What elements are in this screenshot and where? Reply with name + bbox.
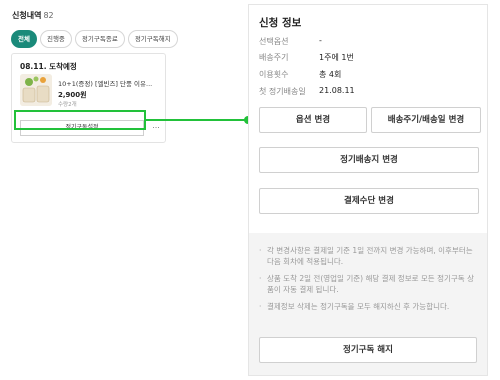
subscription-detail-panel: 신청 정보 선택옵션 - 배송주기 1주에 1번 이용횟수 총 4회 첫 정기배… <box>248 4 488 376</box>
callout-connector-line <box>146 119 248 121</box>
info-label-usage-count: 이용횟수 <box>259 70 289 79</box>
address-change-button[interactable]: 정기배송지 변경 <box>259 147 479 173</box>
arrival-status: 08.11. 도착예정 <box>20 62 77 71</box>
info-label-first-delivery: 첫 정기배송일 <box>259 87 306 96</box>
cycle-change-button[interactable]: 배송주기/배송일 변경 <box>371 107 481 133</box>
subscription-button-highlight <box>14 110 146 130</box>
order-list-title-text: 신청내역 <box>12 11 42 20</box>
tab-subscription-ended[interactable]: 정기구독종료 <box>74 30 125 48</box>
more-options-button[interactable]: ... <box>150 120 162 136</box>
notice-item: · 상품 도착 2일 전(영업일 기준) 해당 결제 정보로 모든 정기구독 상품… <box>259 273 481 295</box>
product-quantity: 수량2개 <box>58 102 77 108</box>
product-price: 2,900원 <box>58 91 87 99</box>
info-value-option: - <box>319 36 322 45</box>
payment-change-button[interactable]: 결제수단 변경 <box>259 188 479 214</box>
info-value-usage-count: 총 4회 <box>319 70 342 79</box>
notice-text: 결제정보 삭제는 정기구독을 모두 해지하신 후 가능합니다. <box>267 302 450 311</box>
product-name[interactable]: 10+1(증정) [엘빈즈] 단풍 이유... <box>58 78 162 88</box>
notice-bullet: · <box>259 246 262 255</box>
tab-all[interactable]: 전체 <box>11 30 37 48</box>
tab-subscription-cancelled[interactable]: 정기구독해지 <box>127 30 178 48</box>
cancel-subscription-button[interactable]: 정기구독 해지 <box>259 337 477 363</box>
option-change-button[interactable]: 옵션 변경 <box>259 107 367 133</box>
notice-item: · 결제정보 삭제는 정기구독을 모두 해지하신 후 가능합니다. <box>259 301 481 312</box>
notice-item: · 각 변경사항은 결제일 기준 1일 전까지 변경 가능하며, 이후부터는 다음… <box>259 245 481 267</box>
notice-text: 각 변경사항은 결제일 기준 1일 전까지 변경 가능하며, 이후부터는 다음 … <box>267 246 473 266</box>
notice-text: 상품 도착 2일 전(영업일 기준) 해당 결제 정보로 모든 정기구독 상품이… <box>267 274 474 294</box>
info-value-first-delivery: 21.08.11 <box>319 86 355 95</box>
tab-in-progress[interactable]: 진행중 <box>39 30 72 48</box>
product-thumbnail[interactable] <box>20 74 52 106</box>
info-label-option: 선택옵션 <box>259 37 289 46</box>
notice-bullet: · <box>259 302 262 311</box>
info-value-cycle: 1주에 1번 <box>319 53 354 62</box>
order-list-count: 82 <box>43 11 54 20</box>
notice-bullet: · <box>259 274 262 283</box>
order-list-title: 신청내역 82 <box>12 10 54 21</box>
info-label-cycle: 배송주기 <box>259 53 289 62</box>
notice-section: · 각 변경사항은 결제일 기준 1일 전까지 변경 가능하며, 이후부터는 다음… <box>249 233 487 375</box>
status-tabs: 전체 진행중 정기구독종료 정기구독해지 <box>11 30 178 48</box>
panel-title: 신청 정보 <box>259 17 302 29</box>
